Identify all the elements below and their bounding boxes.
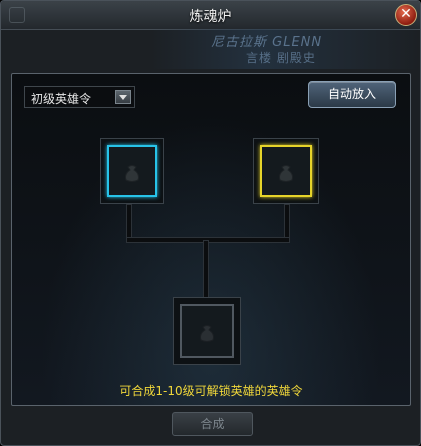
connector-center-vertical <box>203 240 209 298</box>
close-icon: ✕ <box>400 6 412 22</box>
close-button[interactable]: ✕ <box>395 4 417 26</box>
pouch-icon <box>200 325 214 342</box>
material-slot-left[interactable] <box>100 138 164 204</box>
combine-button[interactable]: 合成 <box>172 412 253 436</box>
window-title: 炼魂炉 <box>189 9 232 25</box>
connector-right-vertical <box>284 204 290 240</box>
banner-line-2: 言楼 剧殿史 <box>246 51 316 65</box>
slot-border-gray <box>180 304 234 358</box>
hero-token-level-dropdown[interactable]: 初级英雄令 <box>24 86 135 108</box>
title-bar: 炼魂炉 ✕ <box>1 1 420 30</box>
pouch-icon <box>279 165 293 182</box>
combine-info-text: 可合成1-10级可解锁英雄的英雄令 <box>119 384 303 398</box>
banner: 尼古拉斯 GLENN 言楼 剧殿史 <box>151 29 420 69</box>
banner-line-1: 尼古拉斯 GLENN <box>211 35 323 50</box>
pouch-icon <box>125 165 139 182</box>
connector-left-vertical <box>126 204 132 240</box>
chevron-down-icon <box>119 95 127 100</box>
dropdown-selected-value: 初级英雄令 <box>31 92 92 106</box>
material-slot-right[interactable] <box>253 138 319 204</box>
slot-border-cyan <box>107 145 157 197</box>
result-slot[interactable] <box>173 297 241 365</box>
soul-furnace-window: 炼魂炉 ✕ 尼古拉斯 GLENN 言楼 剧殿史 初级英雄令 自动放入 可合成1-… <box>0 0 421 446</box>
slot-border-yellow <box>260 145 312 197</box>
auto-place-button[interactable]: 自动放入 <box>308 81 396 108</box>
dropdown-toggle[interactable] <box>115 90 131 104</box>
